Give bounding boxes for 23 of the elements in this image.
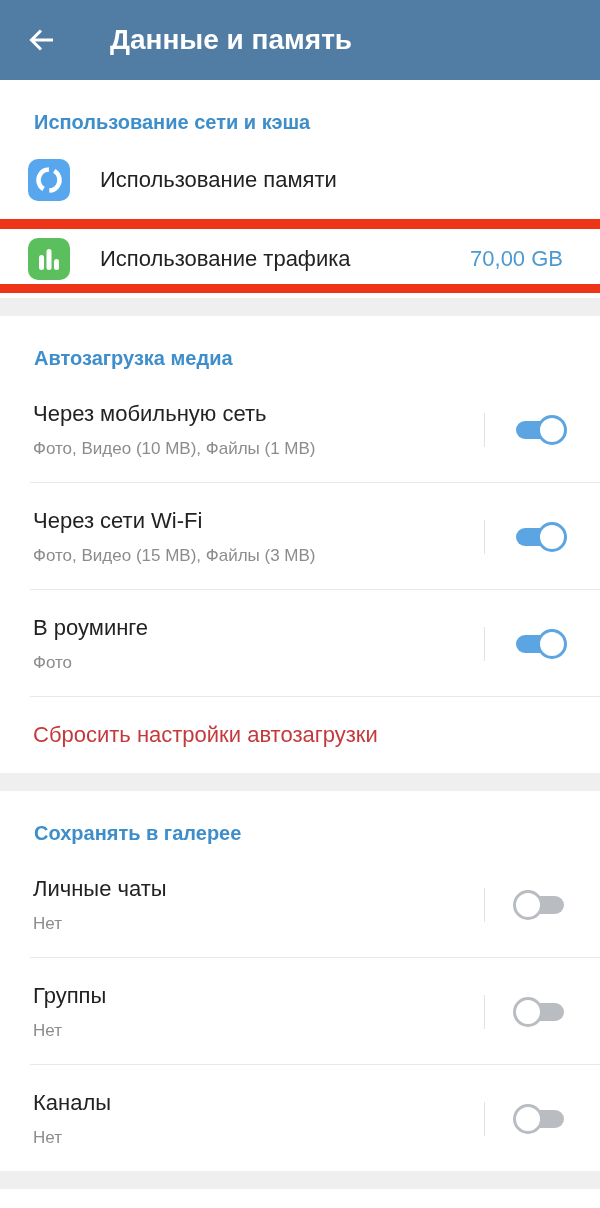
- setting-detail: Нет: [33, 1127, 62, 1149]
- setting-detail: Фото, Видео (10 MB), Файлы (1 MB): [33, 438, 316, 460]
- setting-detail: Фото: [33, 652, 73, 674]
- setting-detail: Фото, Видео (15 MB), Файлы (3 MB): [33, 545, 316, 567]
- section-title: Сохранять в галерее: [34, 821, 243, 846]
- setting-title: Каналы: [33, 1089, 112, 1117]
- ring-chart-icon: [28, 158, 70, 201]
- bar-chart-icon: [28, 237, 70, 280]
- section-title: Использование сети и кэша: [34, 110, 312, 135]
- screen-title: Данные и память: [110, 23, 353, 57]
- setting-title: Личные чаты: [33, 875, 167, 903]
- reset-link[interactable]: Сбросить настройки автозагрузки: [33, 721, 378, 749]
- setting-title: Группы: [33, 982, 107, 1010]
- setting-detail: Нет: [33, 913, 62, 935]
- section-title: Автозагрузка медиа: [34, 346, 234, 371]
- item-label: Использование трафика: [100, 244, 352, 273]
- usage-value: 70,00 GB: [470, 244, 563, 273]
- setting-title: В роуминге: [33, 614, 149, 642]
- item-label: Использование памяти: [100, 165, 338, 194]
- setting-detail: Нет: [33, 1020, 62, 1042]
- setting-title: Через сети Wi-Fi: [33, 507, 203, 535]
- back-arrow-icon: [29, 28, 55, 52]
- setting-title: Через мобильную сеть: [33, 400, 267, 428]
